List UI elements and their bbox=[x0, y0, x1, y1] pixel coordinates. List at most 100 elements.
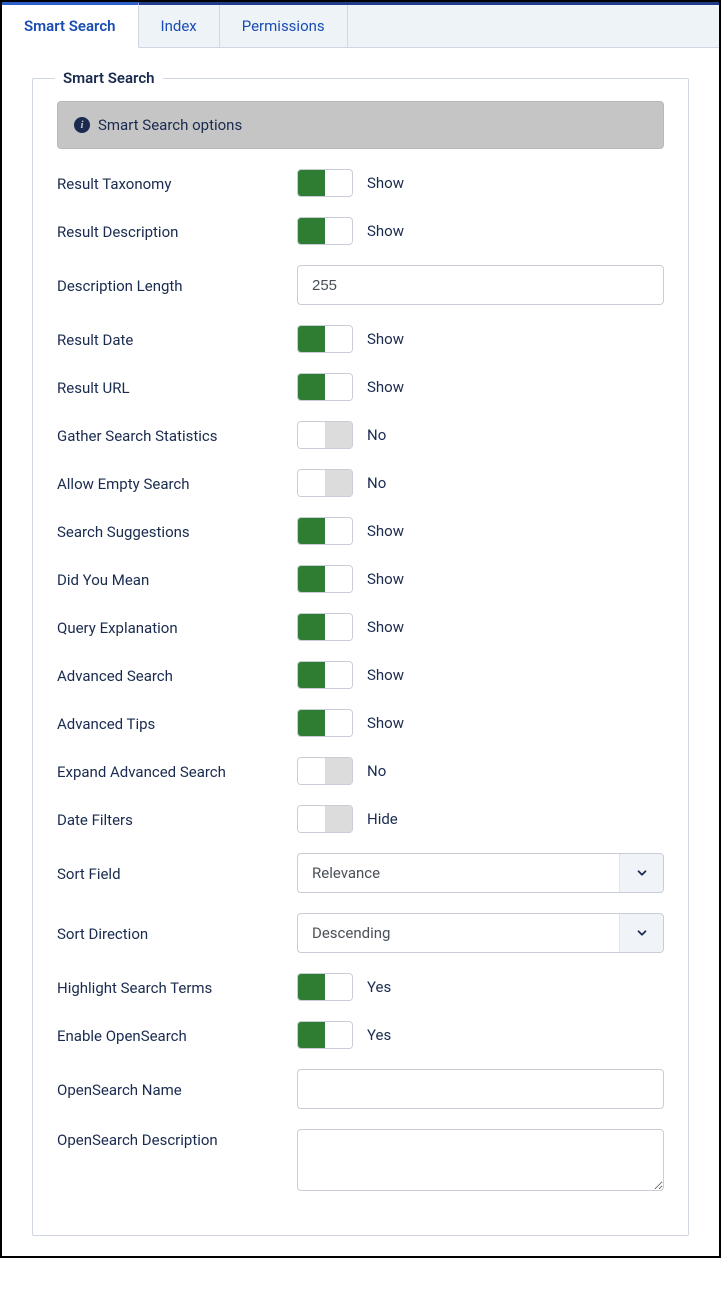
control-opensearch-description bbox=[297, 1129, 664, 1191]
control-expand-advanced-search: No bbox=[297, 757, 664, 785]
toggle-text-enable-opensearch: Yes bbox=[367, 1026, 391, 1044]
toggle-text-result-description: Show bbox=[367, 222, 404, 240]
toggle-advanced-tips[interactable] bbox=[297, 709, 353, 737]
control-enable-opensearch: Yes bbox=[297, 1021, 664, 1049]
row-highlight-search-terms: Highlight Search Terms Yes bbox=[57, 973, 664, 1001]
toggle-advanced-search[interactable] bbox=[297, 661, 353, 689]
label-advanced-search: Advanced Search bbox=[57, 665, 297, 685]
label-expand-advanced-search: Expand Advanced Search bbox=[57, 761, 297, 781]
control-date-filters: Hide bbox=[297, 805, 664, 833]
toggle-date-filters[interactable] bbox=[297, 805, 353, 833]
label-result-url: Result URL bbox=[57, 377, 297, 397]
label-opensearch-name: OpenSearch Name bbox=[57, 1079, 297, 1099]
toggle-did-you-mean[interactable] bbox=[297, 565, 353, 593]
control-advanced-tips: Show bbox=[297, 709, 664, 737]
control-result-url: Show bbox=[297, 373, 664, 401]
control-sort-direction: Descending bbox=[297, 913, 664, 953]
label-result-date: Result Date bbox=[57, 329, 297, 349]
toggle-result-taxonomy[interactable] bbox=[297, 169, 353, 197]
fieldset-smart-search: Smart Search i Smart Search options Resu… bbox=[32, 78, 689, 1236]
control-result-description: Show bbox=[297, 217, 664, 245]
label-date-filters: Date Filters bbox=[57, 809, 297, 829]
control-sort-field: Relevance bbox=[297, 853, 664, 893]
toggle-text-result-taxonomy: Show bbox=[367, 174, 404, 192]
toggle-result-date[interactable] bbox=[297, 325, 353, 353]
label-did-you-mean: Did You Mean bbox=[57, 569, 297, 589]
control-did-you-mean: Show bbox=[297, 565, 664, 593]
toggle-text-search-suggestions: Show bbox=[367, 522, 404, 540]
row-expand-advanced-search: Expand Advanced SearchNo bbox=[57, 757, 664, 785]
label-result-description: Result Description bbox=[57, 221, 297, 241]
control-result-date: Show bbox=[297, 325, 664, 353]
label-advanced-tips: Advanced Tips bbox=[57, 713, 297, 733]
row-advanced-tips: Advanced Tips Show bbox=[57, 709, 664, 737]
control-opensearch-name bbox=[297, 1069, 664, 1109]
toggle-text-allow-empty-search: No bbox=[367, 474, 386, 492]
label-sort-direction: Sort Direction bbox=[57, 923, 297, 943]
toggle-search-suggestions[interactable] bbox=[297, 517, 353, 545]
label-opensearch-description: OpenSearch Description bbox=[57, 1129, 297, 1149]
row-advanced-search: Advanced Search Show bbox=[57, 661, 664, 689]
toggle-gather-search-statistics[interactable] bbox=[297, 421, 353, 449]
textarea-opensearch-description[interactable] bbox=[297, 1129, 664, 1191]
row-sort-field: Sort FieldRelevance bbox=[57, 853, 664, 893]
info-icon: i bbox=[74, 117, 90, 133]
tab-content: Smart Search i Smart Search options Resu… bbox=[2, 48, 719, 1256]
fieldset-legend: Smart Search bbox=[55, 69, 163, 87]
row-enable-opensearch: Enable OpenSearch Yes bbox=[57, 1021, 664, 1049]
control-result-taxonomy: Show bbox=[297, 169, 664, 197]
select-text-sort-field: Relevance bbox=[298, 864, 394, 882]
input-description-length[interactable] bbox=[297, 265, 664, 305]
row-result-taxonomy: Result TaxonomyShow bbox=[57, 169, 664, 197]
label-query-explanation: Query Explanation bbox=[57, 617, 297, 637]
control-highlight-search-terms: Yes bbox=[297, 973, 664, 1001]
control-query-explanation: Show bbox=[297, 613, 664, 641]
row-allow-empty-search: Allow Empty Search No bbox=[57, 469, 664, 497]
toggle-highlight-search-terms[interactable] bbox=[297, 973, 353, 1001]
tab-index[interactable]: Index bbox=[139, 5, 220, 47]
toggle-allow-empty-search[interactable] bbox=[297, 469, 353, 497]
toggle-enable-opensearch[interactable] bbox=[297, 1021, 353, 1049]
toggle-text-advanced-tips: Show bbox=[367, 714, 404, 732]
row-description-length: Description Length bbox=[57, 265, 664, 305]
label-description-length: Description Length bbox=[57, 275, 297, 295]
row-gather-search-statistics: Gather Search StatisticsNo bbox=[57, 421, 664, 449]
select-sort-field[interactable]: Relevance bbox=[297, 853, 664, 893]
toggle-text-did-you-mean: Show bbox=[367, 570, 404, 588]
toggle-text-highlight-search-terms: Yes bbox=[367, 978, 391, 996]
toggle-text-result-url: Show bbox=[367, 378, 404, 396]
toggle-result-url[interactable] bbox=[297, 373, 353, 401]
toggle-text-advanced-search: Show bbox=[367, 666, 404, 684]
row-search-suggestions: Search Suggestions Show bbox=[57, 517, 664, 545]
info-banner: i Smart Search options bbox=[57, 101, 664, 149]
row-opensearch-description: OpenSearch Description bbox=[57, 1129, 664, 1191]
input-opensearch-name[interactable] bbox=[297, 1069, 664, 1109]
row-result-date: Result DateShow bbox=[57, 325, 664, 353]
info-banner-text: Smart Search options bbox=[98, 116, 242, 134]
toggle-text-date-filters: Hide bbox=[367, 810, 398, 828]
select-sort-direction[interactable]: Descending bbox=[297, 913, 664, 953]
label-highlight-search-terms: Highlight Search Terms bbox=[57, 977, 297, 997]
control-gather-search-statistics: No bbox=[297, 421, 664, 449]
tabs-bar: Smart Search Index Permissions bbox=[2, 2, 719, 48]
chevron-down-icon bbox=[619, 854, 663, 892]
toggle-query-explanation[interactable] bbox=[297, 613, 353, 641]
label-allow-empty-search: Allow Empty Search bbox=[57, 473, 297, 493]
row-result-description: Result Description Show bbox=[57, 217, 664, 245]
label-enable-opensearch: Enable OpenSearch bbox=[57, 1025, 297, 1045]
row-result-url: Result URL Show bbox=[57, 373, 664, 401]
control-allow-empty-search: No bbox=[297, 469, 664, 497]
tab-permissions[interactable]: Permissions bbox=[220, 5, 348, 47]
tab-smart-search[interactable]: Smart Search bbox=[2, 2, 139, 48]
control-description-length bbox=[297, 265, 664, 305]
select-text-sort-direction: Descending bbox=[298, 924, 404, 942]
row-sort-direction: Sort DirectionDescending bbox=[57, 913, 664, 953]
toggle-expand-advanced-search[interactable] bbox=[297, 757, 353, 785]
label-search-suggestions: Search Suggestions bbox=[57, 521, 297, 541]
toggle-result-description[interactable] bbox=[297, 217, 353, 245]
toggle-text-query-explanation: Show bbox=[367, 618, 404, 636]
label-sort-field: Sort Field bbox=[57, 863, 297, 883]
control-advanced-search: Show bbox=[297, 661, 664, 689]
control-search-suggestions: Show bbox=[297, 517, 664, 545]
row-did-you-mean: Did You Mean Show bbox=[57, 565, 664, 593]
